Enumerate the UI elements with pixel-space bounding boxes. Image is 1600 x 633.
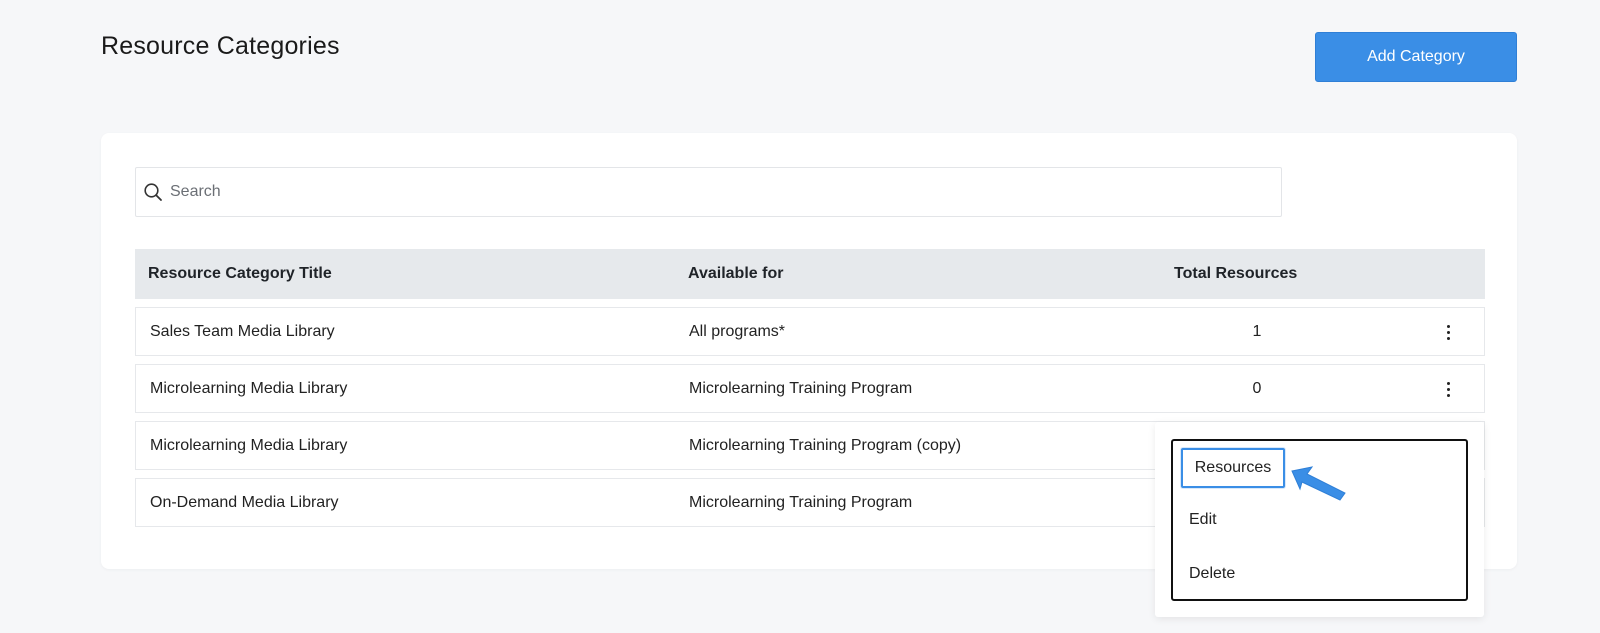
page-title: Resource Categories <box>101 32 340 60</box>
row-actions-icon[interactable] <box>1438 320 1458 344</box>
pointer-arrow-icon <box>1291 466 1346 501</box>
page-header: Resource Categories Add Category <box>0 0 1600 120</box>
cell-total: 1 <box>1252 322 1262 340</box>
column-header-available-for[interactable]: Available for <box>688 265 783 283</box>
cell-available-for: Microlearning Training Program <box>689 493 913 511</box>
cell-total: 0 <box>1252 379 1262 397</box>
table-header: Resource Category Title Available for To… <box>135 249 1485 299</box>
search-input[interactable] <box>170 168 1281 216</box>
context-menu-panel: Resources Edit Delete <box>1155 422 1484 617</box>
cell-title: Sales Team Media Library <box>150 322 335 340</box>
add-category-button[interactable]: Add Category <box>1315 32 1517 82</box>
menu-item-edit[interactable]: Edit <box>1189 511 1217 529</box>
column-header-total-resources[interactable]: Total Resources <box>1174 265 1297 283</box>
table-row[interactable]: Sales Team Media Library All programs* 1 <box>135 307 1485 356</box>
cell-available-for: All programs* <box>689 322 786 340</box>
menu-item-delete[interactable]: Delete <box>1189 565 1235 583</box>
column-header-title[interactable]: Resource Category Title <box>148 265 332 283</box>
context-menu: Resources Edit Delete <box>1171 439 1468 601</box>
cell-title: Microlearning Media Library <box>150 436 348 454</box>
search-box[interactable] <box>135 167 1282 217</box>
cell-available-for: Microlearning Training Program (copy) <box>689 436 962 454</box>
cell-title: Microlearning Media Library <box>150 379 348 397</box>
row-actions-icon[interactable] <box>1438 377 1458 401</box>
cell-available-for: Microlearning Training Program <box>689 379 913 397</box>
cell-title: On-Demand Media Library <box>150 493 339 511</box>
menu-item-resources[interactable]: Resources <box>1181 448 1285 488</box>
table-row[interactable]: Microlearning Media Library Microlearnin… <box>135 364 1485 413</box>
search-icon <box>136 167 170 217</box>
